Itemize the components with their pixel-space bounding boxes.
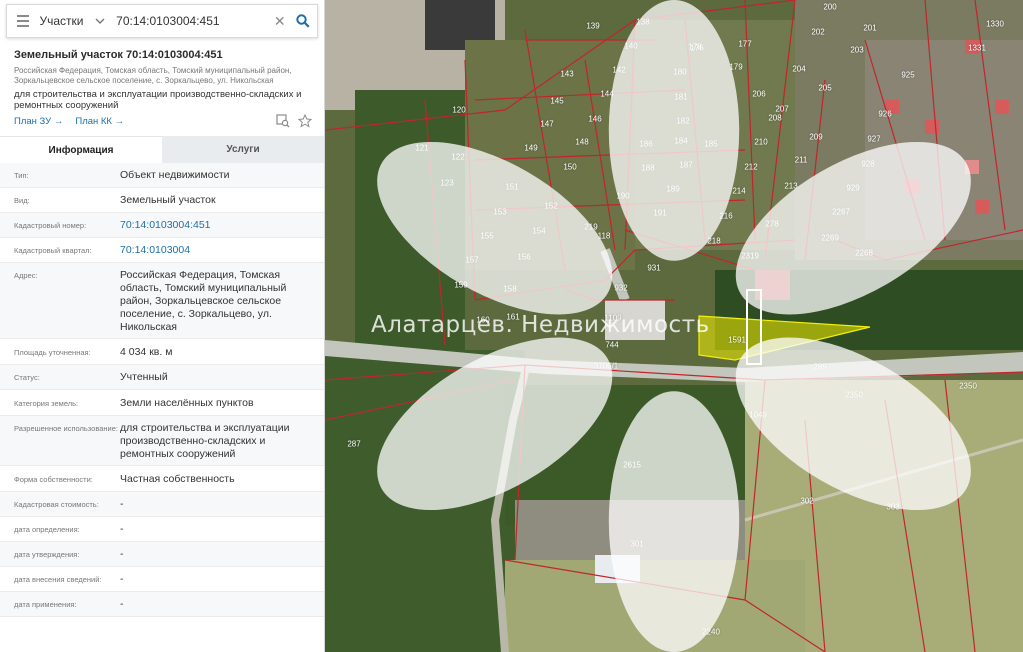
object-purpose: для строительства и эксплуатации произво… bbox=[14, 89, 302, 111]
detail-row-cadastral-number: Кадастровый номер: 70:14:0103004:451 bbox=[0, 213, 324, 238]
search-bar: Участки ✕ bbox=[6, 4, 318, 38]
detail-row-date-determined: дата определения: - bbox=[0, 517, 324, 542]
detail-key: Тип: bbox=[14, 171, 29, 180]
object-type-label: Участки bbox=[39, 14, 84, 28]
tab-information[interactable]: Информация bbox=[0, 136, 162, 163]
cadastral-number-link[interactable]: 70:14:0103004:451 bbox=[120, 219, 318, 232]
detail-row-cadastral-quarter: Кадастровый квартал: 70:14:0103004 bbox=[0, 238, 324, 263]
detail-value: - bbox=[120, 498, 124, 510]
detail-value: - bbox=[120, 573, 124, 585]
star-icon[interactable] bbox=[298, 114, 312, 128]
menu-icon-line bbox=[17, 20, 30, 22]
detail-row-status: Статус: Учтенный bbox=[0, 365, 324, 390]
detail-value: - bbox=[120, 598, 124, 610]
detail-key: дата определения: bbox=[14, 525, 80, 534]
detail-row-permitted-use: Разрешенное использование: для строитель… bbox=[0, 416, 324, 466]
detail-value: 4 034 кв. м bbox=[120, 346, 173, 358]
detail-value: Земельный участок bbox=[120, 194, 216, 206]
detail-row-address: Адрес: Российская Федерация, Томская обл… bbox=[0, 263, 324, 339]
cadastral-quarter-link[interactable]: 70:14:0103004 bbox=[120, 244, 318, 257]
menu-icon-line bbox=[17, 25, 30, 27]
detail-row-land-category: Категория земель: Земли населённых пункт… bbox=[0, 390, 324, 416]
search-input[interactable] bbox=[112, 5, 272, 37]
detail-key: Категория земель: bbox=[14, 399, 79, 408]
detail-key: Кадастровый номер: bbox=[14, 221, 87, 230]
watermark-text: Алатарцев. Недвижимость bbox=[371, 312, 710, 338]
search-icon bbox=[295, 14, 310, 28]
detail-row-area: Площадь уточненная: 4 034 кв. м bbox=[0, 339, 324, 365]
close-icon: ✕ bbox=[273, 12, 286, 29]
search-button[interactable] bbox=[288, 5, 317, 37]
plan-zu-link[interactable]: План ЗУ → bbox=[14, 116, 63, 127]
detail-row-date-approved: дата утверждения: - bbox=[0, 542, 324, 567]
detail-row-ownership: Форма собственности: Частная собственнос… bbox=[0, 466, 324, 492]
detail-value: Объект недвижимости bbox=[120, 169, 230, 181]
object-address: Российская Федерация, Томская область, Т… bbox=[14, 66, 292, 85]
detail-key: дата применения: bbox=[14, 600, 77, 609]
detail-key: дата утверждения: bbox=[14, 550, 80, 559]
menu-icon bbox=[17, 15, 30, 17]
detail-value: Российская Федерация, Томская область, Т… bbox=[120, 269, 287, 333]
detail-row-cadastral-cost: Кадастровая стоимость: - bbox=[0, 492, 324, 517]
object-type-select[interactable]: Участки bbox=[40, 5, 113, 37]
detail-value: Земли населённых пунктов bbox=[120, 397, 254, 409]
detail-value: Учтенный bbox=[120, 371, 168, 383]
detail-value: - bbox=[120, 548, 124, 560]
plan-kk-link[interactable]: План КК → bbox=[75, 116, 124, 127]
object-title: Земельный участок 70:14:0103004:451 bbox=[14, 49, 223, 61]
object-tools bbox=[276, 114, 312, 128]
detail-row-type: Тип: Объект недвижимости bbox=[0, 163, 324, 188]
detail-key: Статус: bbox=[14, 373, 40, 382]
cadastral-map[interactable]: 1330 200 201 139 138 176 177 202 203 140… bbox=[325, 0, 1023, 652]
detail-key: Площадь уточненная: bbox=[14, 348, 91, 357]
detail-value: для строительства и эксплуатации произво… bbox=[120, 422, 290, 460]
detail-key: Вид: bbox=[14, 196, 30, 205]
zoom-to-object-icon[interactable] bbox=[276, 114, 290, 128]
chevron-down-icon bbox=[95, 18, 105, 24]
menu-button[interactable] bbox=[7, 5, 40, 37]
detail-key: Форма собственности: bbox=[14, 475, 93, 484]
detail-key: Кадастровая стоимость: bbox=[14, 500, 99, 509]
plan-links: План ЗУ → План КК → bbox=[14, 116, 124, 127]
info-panel: Участки ✕ Земельный участок 70:14:010300… bbox=[0, 0, 325, 652]
detail-row-date-applied: дата применения: - bbox=[0, 592, 324, 617]
detail-key: Кадастровый квартал: bbox=[14, 246, 92, 255]
panel-tabs: Информация Услуги bbox=[0, 136, 324, 163]
detail-key: Адрес: bbox=[14, 271, 38, 280]
detail-row-kind: Вид: Земельный участок bbox=[0, 188, 324, 213]
detail-key: дата внесения сведений: bbox=[14, 575, 102, 584]
detail-value: Частная собственность bbox=[120, 473, 235, 485]
details-list: Тип: Объект недвижимости Вид: Земельный … bbox=[0, 163, 324, 617]
detail-row-date-entered: дата внесения сведений: - bbox=[0, 567, 324, 592]
tab-services[interactable]: Услуги bbox=[162, 136, 324, 163]
detail-key: Разрешенное использование: bbox=[14, 424, 118, 433]
detail-value: - bbox=[120, 523, 124, 535]
clear-button[interactable]: ✕ bbox=[271, 5, 288, 37]
